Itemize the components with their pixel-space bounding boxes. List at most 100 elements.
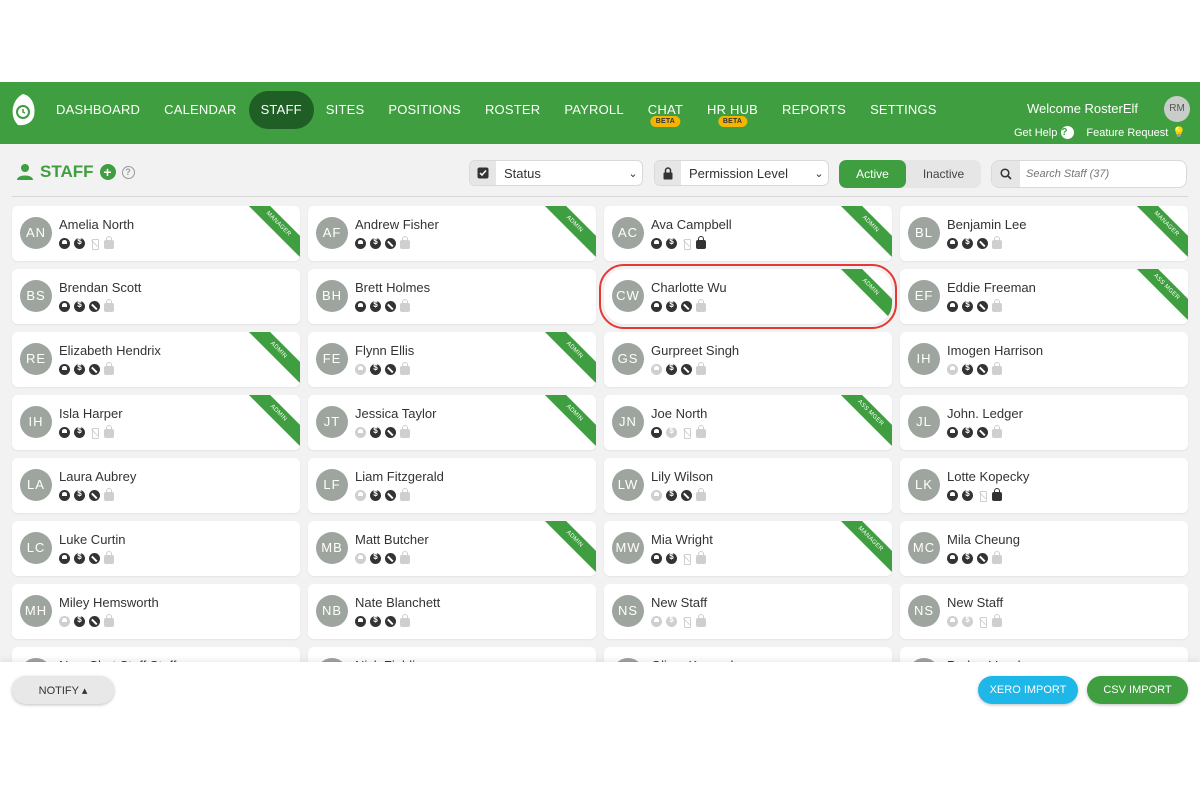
xero-import-button[interactable]: XERO IMPORT [978, 676, 1078, 704]
staff-name: Mila Cheung [947, 532, 1020, 547]
staff-card[interactable]: IH Imogen Harrison [900, 332, 1188, 387]
lock-icon [696, 488, 706, 501]
notify-button[interactable]: NOTIFY ▴ [12, 676, 114, 704]
checkbox-icon [470, 161, 496, 185]
help-question-icon[interactable]: ? [121, 165, 135, 179]
staff-card[interactable]: LF Liam Fitzgerald [308, 458, 596, 513]
beta-badge: BETA [650, 116, 681, 127]
staff-status-icons [651, 299, 706, 312]
inactive-tab[interactable]: Inactive [906, 160, 981, 188]
staff-card[interactable]: MC Mila Cheung [900, 521, 1188, 576]
staff-status-icons [59, 614, 114, 627]
staff-avatar: MC [908, 532, 940, 564]
staff-card[interactable]: NS New Staff [900, 584, 1188, 639]
nav-item-dashboard[interactable]: DASHBOARD [44, 91, 152, 129]
lock-icon [104, 551, 114, 564]
status-dropdown[interactable]: Status ⌄ [469, 160, 643, 186]
staff-card[interactable]: AC Ava Campbell ADMIN [604, 206, 892, 261]
staff-status-icons [355, 362, 410, 375]
staff-card[interactable]: JL John. Ledger [900, 395, 1188, 450]
staff-status-icons [355, 299, 410, 312]
person-icon [59, 301, 70, 312]
permission-level-dropdown[interactable]: Permission Level ⌄ [654, 160, 829, 186]
pay-icon [74, 237, 85, 249]
role-ribbon: ADMIN [240, 395, 300, 450]
staff-avatar: IH [908, 343, 940, 375]
pay-icon [370, 300, 381, 312]
pay-icon [74, 489, 85, 501]
staff-status-icons [59, 425, 114, 439]
feature-request-link[interactable]: Feature Request 💡 [1086, 126, 1186, 140]
staff-name: New Staff [947, 595, 1004, 610]
no-access-icon [89, 364, 100, 375]
staff-status-icons [355, 488, 410, 501]
staff-card[interactable]: CW Charlotte Wu ADMIN [599, 264, 897, 329]
lock-icon [104, 299, 114, 312]
no-access-icon [977, 301, 988, 312]
nav-item-payroll[interactable]: PAYROLL [552, 91, 635, 129]
staff-card[interactable]: JT Jessica Taylor ADMIN [308, 395, 596, 450]
staff-card[interactable]: BL Benjamin Lee MANAGER [900, 206, 1188, 261]
person-icon [651, 490, 662, 501]
staff-card[interactable]: NS New Staff [604, 584, 892, 639]
staff-name: Brendan Scott [59, 280, 142, 295]
staff-name: Lily Wilson [651, 469, 714, 484]
nav-item-staff[interactable]: STAFF [248, 91, 314, 129]
get-help-link[interactable]: Get Help? [1014, 126, 1075, 139]
staff-name: Charlotte Wu [651, 280, 727, 295]
rosterelf-logo-icon[interactable] [8, 92, 38, 128]
staff-name: Liam Fitzgerald [355, 469, 444, 484]
nav-item-positions[interactable]: POSITIONS [376, 91, 473, 129]
nav-item-calendar[interactable]: CALENDAR [152, 91, 248, 129]
staff-card[interactable]: BS Brendan Scott [12, 269, 300, 324]
staff-card[interactable]: AN Amelia North MANAGER [12, 206, 300, 261]
pay-icon [666, 237, 677, 249]
staff-card[interactable]: MW Mia Wright MANAGER [604, 521, 892, 576]
no-access-icon [89, 301, 100, 312]
staff-card[interactable]: LC Luke Curtin [12, 521, 300, 576]
staff-card[interactable]: MH Miley Hemsworth [12, 584, 300, 639]
nav-item-hr-hub[interactable]: HR HUB BETA [695, 91, 770, 129]
welcome-text: Welcome RosterElf [1026, 101, 1138, 116]
chevron-down-icon: ⌄ [628, 167, 638, 180]
staff-status-icons [59, 299, 114, 312]
staff-card[interactable]: GS Gurpreet Singh [604, 332, 892, 387]
staff-status-icons [947, 299, 1002, 312]
nav-item-chat[interactable]: CHAT BETA [636, 91, 695, 129]
staff-card[interactable]: FE Flynn Ellis ADMIN [308, 332, 596, 387]
role-ribbon: ASS MGER [832, 395, 892, 450]
active-tab[interactable]: Active [839, 160, 906, 188]
staff-card[interactable]: AF Andrew Fisher ADMIN [308, 206, 596, 261]
beta-badge: BETA [717, 116, 748, 127]
user-avatar[interactable]: RM [1164, 96, 1190, 122]
staff-card[interactable]: IH Isla Harper ADMIN [12, 395, 300, 450]
add-staff-button[interactable]: + [99, 164, 116, 180]
person-icon [947, 427, 958, 438]
staff-card[interactable]: RE Elizabeth Hendrix ADMIN [12, 332, 300, 387]
nav-item-roster[interactable]: ROSTER [473, 91, 552, 129]
staff-card[interactable]: EF Eddie Freeman ASS MGER [900, 269, 1188, 324]
nav-item-reports[interactable]: REPORTS [770, 91, 858, 129]
staff-card[interactable]: BH Brett Holmes [308, 269, 596, 324]
nav-item-settings[interactable]: SETTINGS [858, 91, 949, 129]
nav-item-label: HR HUB [707, 102, 759, 117]
staff-card[interactable]: LA Laura Aubrey [12, 458, 300, 513]
staff-name: Gurpreet Singh [651, 343, 740, 358]
staff-name: Nate Blanchett [355, 595, 441, 610]
staff-card[interactable]: LW Lily Wilson [604, 458, 892, 513]
no-access-icon [385, 364, 396, 375]
nav-item-sites[interactable]: SITES [314, 91, 377, 129]
staff-card[interactable]: LK Lotte Kopecky [900, 458, 1188, 513]
staff-card[interactable]: NB Nate Blanchett [308, 584, 596, 639]
csv-import-button[interactable]: CSV IMPORT [1087, 676, 1188, 704]
search-input[interactable] [1026, 168, 1181, 180]
pay-icon [666, 426, 677, 438]
pay-icon [74, 615, 85, 627]
staff-avatar: CW [612, 280, 644, 312]
staff-avatar: MW [612, 532, 644, 564]
staff-status-icons [59, 362, 114, 375]
lock-icon [696, 551, 706, 564]
staff-card[interactable]: MB Matt Butcher ADMIN [308, 521, 596, 576]
staff-card[interactable]: JN Joe North ASS MGER [604, 395, 892, 450]
role-ribbon: ASS MGER [1128, 269, 1188, 324]
